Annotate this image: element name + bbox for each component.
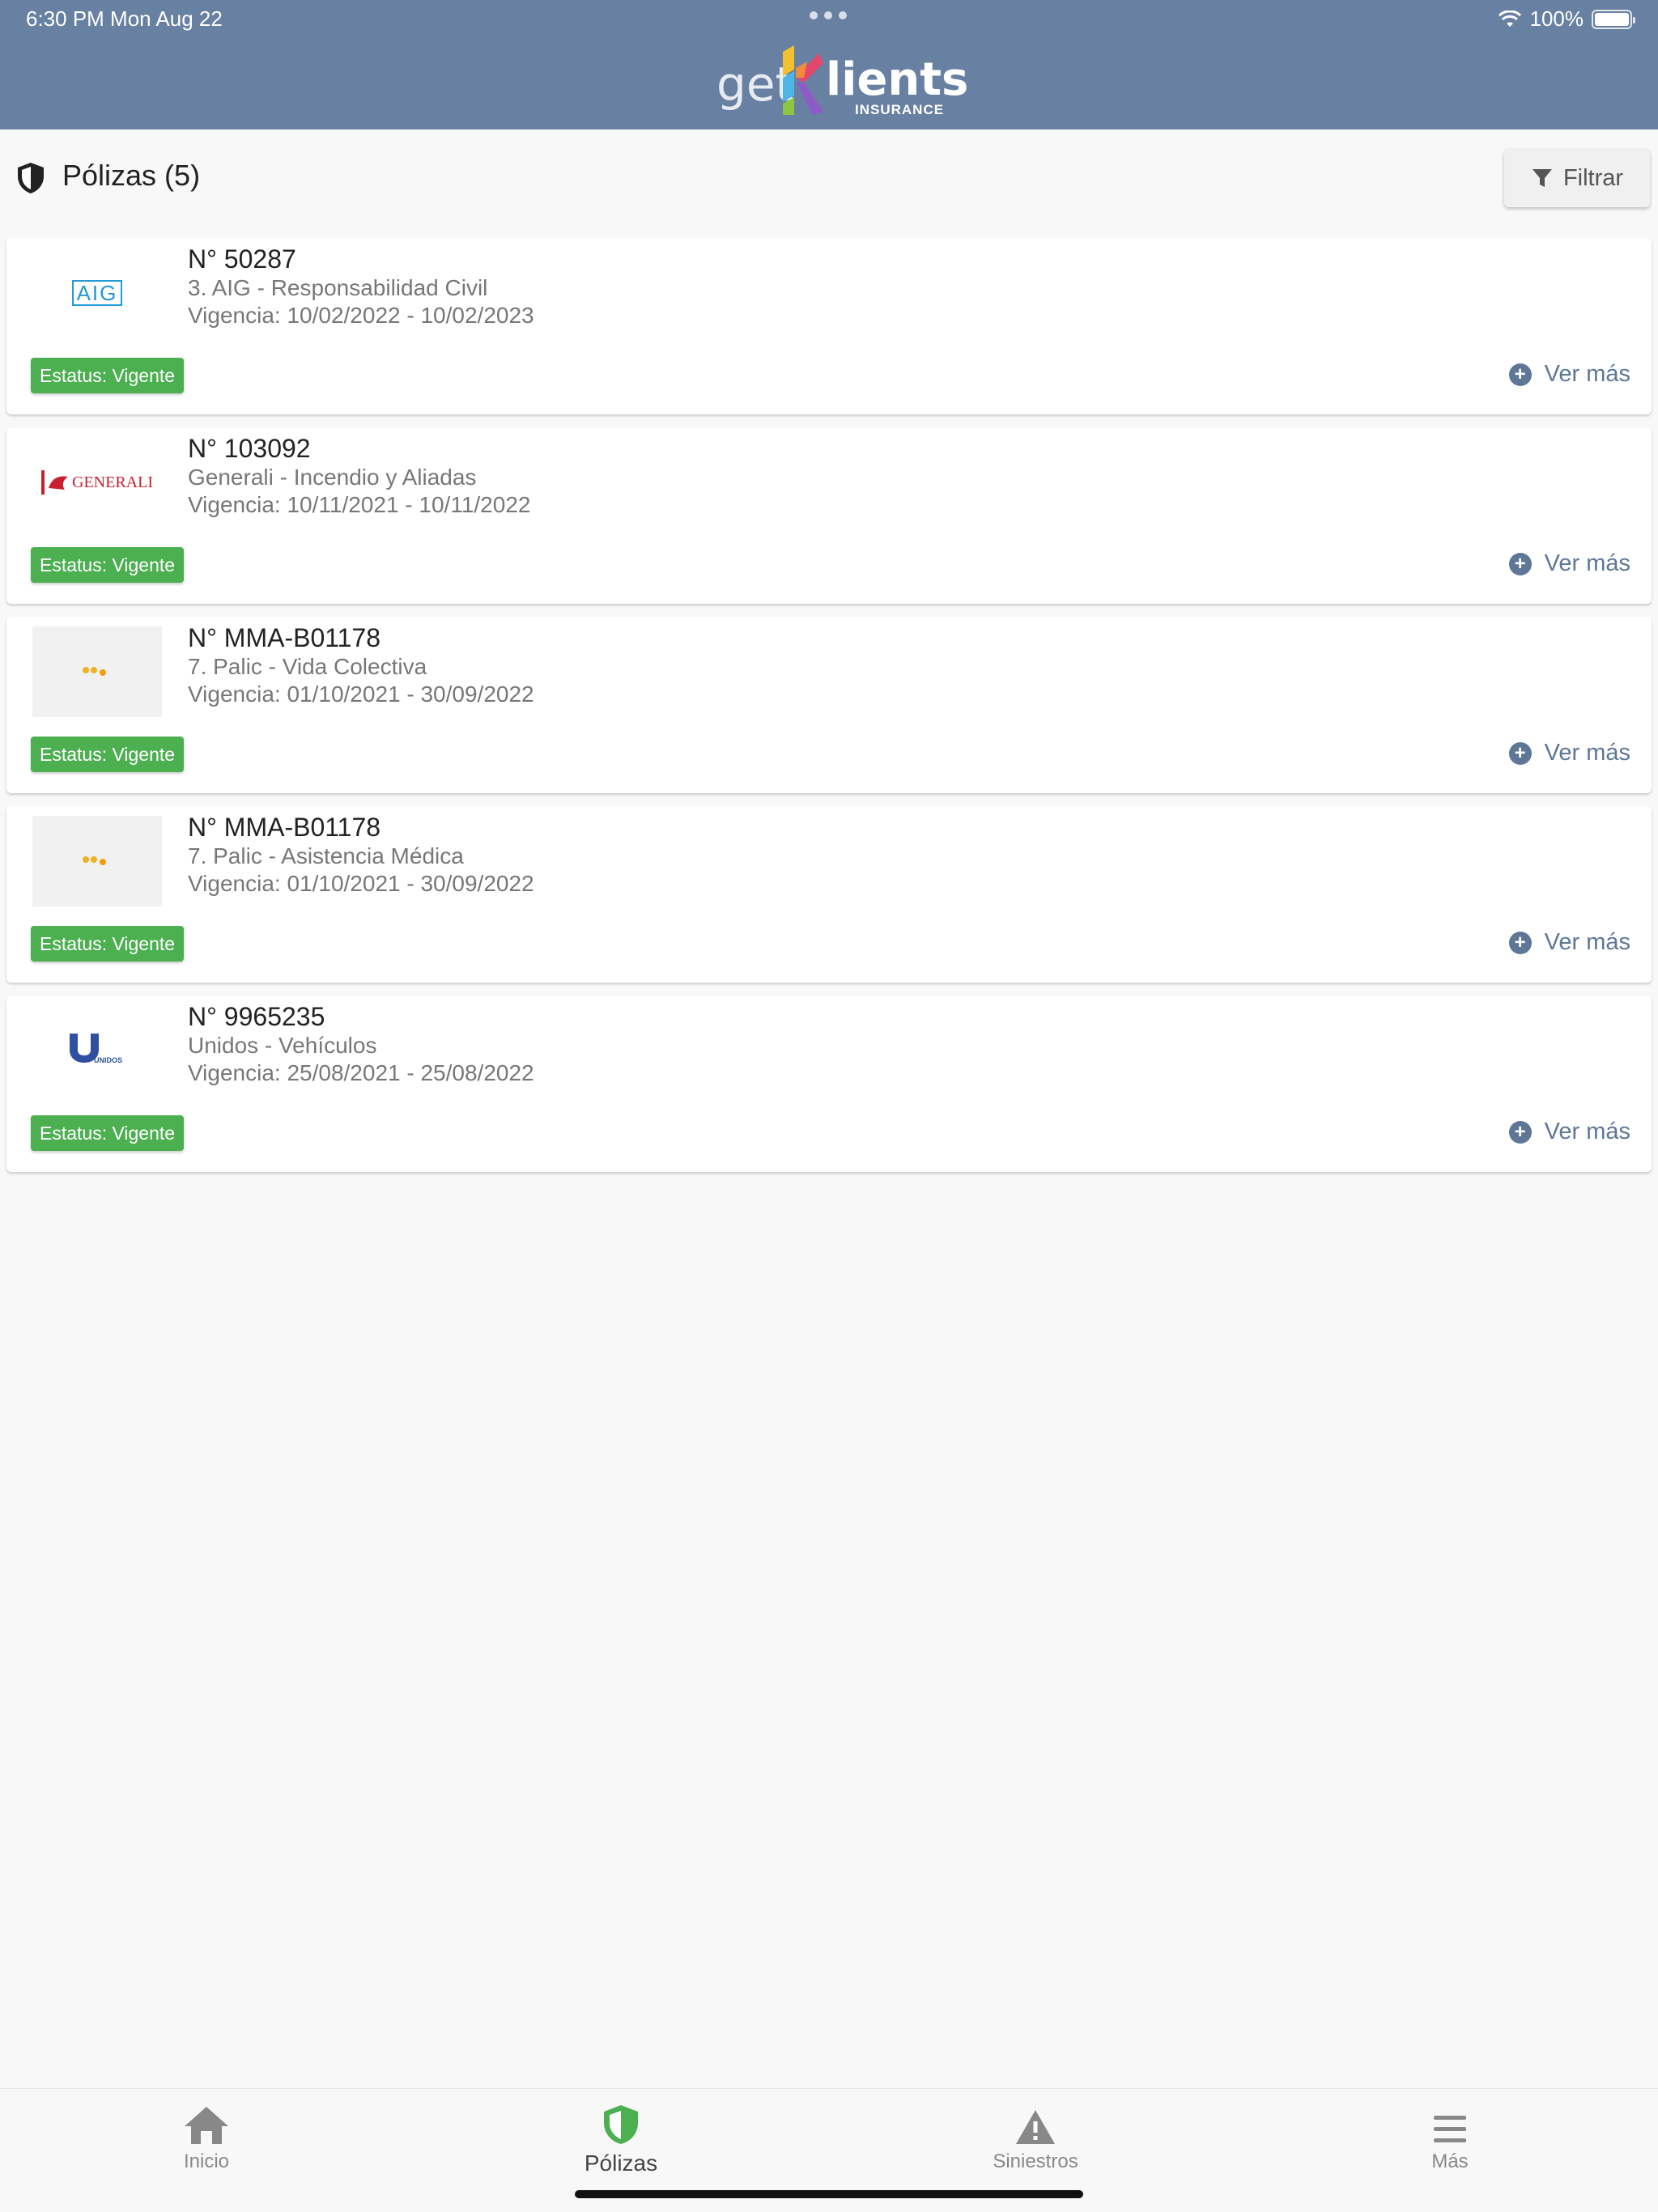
- policy-product: Generali - Incendio y Aliadas: [188, 465, 477, 490]
- nav-item-siniestros[interactable]: Siniestros: [954, 2105, 1116, 2173]
- home-indicator[interactable]: [575, 2190, 1083, 2198]
- policy-number: N° 9965235: [188, 1002, 325, 1031]
- logo-placeholder: [32, 626, 162, 717]
- battery-percent: 100%: [1529, 6, 1584, 31]
- plus-circle-icon: +: [1508, 552, 1532, 575]
- plus-circle-icon: +: [1508, 931, 1532, 954]
- generali-lion-icon: [49, 476, 68, 490]
- policy-product: Unidos - Vehículos: [188, 1033, 377, 1058]
- policy-card[interactable]: N° MMA-B01178 7. Palic - Vida Colectiva …: [6, 617, 1652, 793]
- getklients-logo: get lients INSURANCE: [716, 39, 968, 120]
- policy-card[interactable]: N° MMA-B01178 7. Palic - Asistencia Médi…: [6, 806, 1652, 983]
- status-right: 100%: [1498, 6, 1635, 32]
- policy-card[interactable]: AIG N° 50287 3. AIG - Responsabilidad Ci…: [6, 238, 1652, 414]
- logo-lients-text: lients: [826, 53, 969, 106]
- policy-validity: Vigencia: 10/02/2022 - 10/02/2023: [188, 303, 534, 328]
- status-badge: Estatus: Vigente: [31, 926, 185, 962]
- ver-mas-button[interactable]: + Ver más: [1508, 550, 1630, 577]
- wifi-icon: [1498, 10, 1521, 27]
- logo-k-mark: [783, 45, 823, 115]
- status-badge: Estatus: Vigente: [31, 737, 185, 772]
- nav-item-inicio[interactable]: Inicio: [125, 2105, 287, 2173]
- loading-dots-icon: [83, 667, 106, 676]
- ver-mas-button[interactable]: + Ver más: [1508, 929, 1630, 956]
- insurer-logo-unidos: UNIDOS: [32, 1005, 162, 1096]
- filter-label: Filtrar: [1562, 164, 1624, 191]
- warning-icon: [1016, 2110, 1055, 2144]
- policy-validity: Vigencia: 01/10/2021 - 30/09/2022: [188, 681, 534, 707]
- loading-dots-icon: [83, 856, 106, 865]
- status-time: 6:30 PM Mon Aug 22: [26, 6, 223, 31]
- battery-icon: [1592, 9, 1635, 29]
- nav-item-polizas[interactable]: Pólizas: [540, 2105, 702, 2176]
- status-badge: Estatus: Vigente: [31, 547, 185, 583]
- ver-mas-button[interactable]: + Ver más: [1508, 1119, 1630, 1145]
- nav-label-mas: Más: [1431, 2150, 1469, 2172]
- nav-item-mas[interactable]: Más: [1369, 2105, 1531, 2173]
- app-header: 6:30 PM Mon Aug 22 100% get lients INSUR…: [0, 0, 1658, 129]
- ver-mas-button[interactable]: + Ver más: [1508, 740, 1630, 766]
- ver-mas-label: Ver más: [1544, 929, 1630, 955]
- status-badge: Estatus: Vigente: [31, 358, 185, 393]
- insurer-logo-generali: GENERALI: [32, 437, 162, 528]
- insurer-logo-aig: AIG: [32, 248, 162, 338]
- nav-label-inicio: Inicio: [183, 2150, 230, 2172]
- policy-product: 7. Palic - Asistencia Médica: [188, 843, 464, 868]
- ver-mas-label: Ver más: [1544, 1119, 1630, 1144]
- status-badge: Estatus: Vigente: [31, 1115, 185, 1151]
- policy-validity: Vigencia: 10/11/2021 - 10/11/2022: [188, 492, 531, 517]
- ver-mas-button[interactable]: + Ver más: [1508, 361, 1630, 388]
- ver-mas-label: Ver más: [1544, 361, 1630, 387]
- shield-icon: [604, 2105, 638, 2144]
- page-title-row: Pólizas (5) Filtrar: [0, 129, 1658, 227]
- plus-circle-icon: +: [1508, 1120, 1532, 1144]
- policy-validity: Vigencia: 25/08/2021 - 25/08/2022: [188, 1060, 534, 1085]
- ver-mas-label: Ver más: [1544, 740, 1630, 766]
- multitasking-dots-icon[interactable]: [810, 11, 847, 19]
- logo-insurance-text: INSURANCE: [855, 102, 945, 117]
- shield-icon: [18, 163, 44, 193]
- page-title: Pólizas (5): [62, 159, 201, 192]
- policy-product: 3. AIG - Responsabilidad Civil: [188, 275, 488, 300]
- menu-icon: [1434, 2116, 1466, 2142]
- aig-logo-text: AIG: [71, 280, 123, 306]
- nav-label-polizas: Pólizas: [584, 2150, 658, 2176]
- logo-get-text: get: [716, 57, 794, 112]
- plus-circle-icon: +: [1508, 363, 1532, 386]
- generali-logo-text: GENERALI: [72, 473, 153, 491]
- policy-number: N° MMA-B01178: [188, 813, 381, 842]
- nav-label-siniestros: Siniestros: [993, 2150, 1078, 2172]
- policy-card[interactable]: GENERALI N° 103092 Generali - Incendio y…: [6, 427, 1652, 604]
- filter-icon: [1532, 169, 1552, 187]
- policy-validity: Vigencia: 01/10/2021 - 30/09/2022: [188, 871, 534, 896]
- policy-product: 7. Palic - Vida Colectiva: [188, 654, 427, 679]
- plus-circle-icon: +: [1508, 741, 1532, 765]
- unidos-logo-text: UNIDOS: [94, 1056, 123, 1064]
- policy-number: N° 50287: [188, 244, 296, 274]
- policy-card[interactable]: UNIDOS N° 9965235 Unidos - Vehículos Vig…: [6, 996, 1652, 1172]
- home-icon: [185, 2107, 228, 2144]
- filter-button[interactable]: Filtrar: [1504, 149, 1650, 207]
- ver-mas-label: Ver más: [1544, 550, 1630, 576]
- policy-number: N° 103092: [188, 434, 311, 463]
- logo-placeholder: [32, 816, 162, 906]
- policy-number: N° MMA-B01178: [188, 623, 381, 652]
